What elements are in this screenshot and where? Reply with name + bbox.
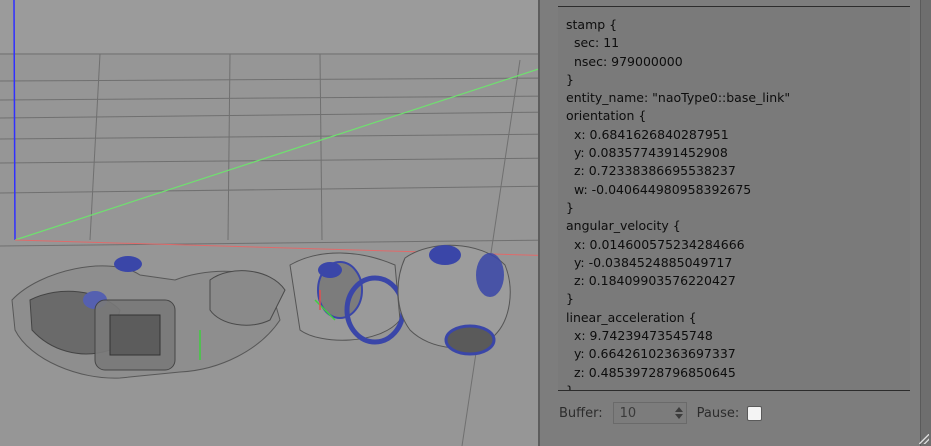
message-line: } (566, 71, 574, 87)
panel-edge (920, 0, 931, 446)
message-line: z: 0.18409903576220427 (566, 273, 736, 289)
message-line: z: 0.48539728796850645 (566, 364, 736, 380)
3d-viewport[interactable] (0, 0, 560, 446)
message-line: stamp { (566, 17, 618, 32)
message-line: y: -0.0384524885049717 (566, 254, 733, 270)
message-line: linear_acceleration { (566, 309, 697, 325)
z-axis (13, 0, 16, 241)
message-line: y: 0.66426102363697337 (566, 346, 736, 362)
message-line: } (566, 382, 574, 391)
message-line: nsec: 979000000 (566, 53, 683, 69)
buffer-label: Buffer: (559, 405, 603, 421)
panel-footer: Buffer: 10 Pause: (559, 400, 763, 426)
spin-down-icon[interactable] (674, 414, 683, 419)
message-line: } (566, 291, 574, 307)
pause-checkbox[interactable] (747, 405, 763, 421)
message-line: x: 9.74239473545748 (566, 328, 713, 344)
buffer-spinbox[interactable]: 10 (612, 402, 687, 424)
scene-canvas[interactable] (0, 0, 560, 446)
message-line: x: 0.6841626840287951 (566, 126, 729, 142)
message-line: } (566, 199, 574, 215)
message-line: orientation { (566, 108, 647, 124)
message-line: angular_velocity { (566, 218, 681, 234)
sky-band (0, 0, 560, 53)
message-line: z: 0.72338386695538237 (566, 163, 736, 179)
robot-model[interactable] (11, 244, 511, 379)
y-axis (14, 61, 560, 241)
resize-grip-icon[interactable] (919, 434, 929, 444)
spin-up-icon[interactable] (674, 407, 683, 412)
message-line: entity_name: "naoType0::base_link" (566, 90, 791, 106)
message-text: stamp { sec: 11 nsec: 979000000 } entity… (558, 7, 910, 391)
message-line: w: -0.040644980958392675 (566, 181, 752, 197)
message-line: sec: 11 (566, 35, 620, 51)
message-line: x: 0.014600575234284666 (566, 236, 745, 252)
message-viewer[interactable]: stamp { sec: 11 nsec: 979000000 } entity… (558, 6, 910, 391)
buffer-value: 10 (619, 406, 637, 421)
message-line: y: 0.0835774391452908 (566, 145, 728, 161)
pause-label: Pause: (696, 405, 740, 421)
message-panel: stamp { sec: 11 nsec: 979000000 } entity… (538, 0, 931, 446)
